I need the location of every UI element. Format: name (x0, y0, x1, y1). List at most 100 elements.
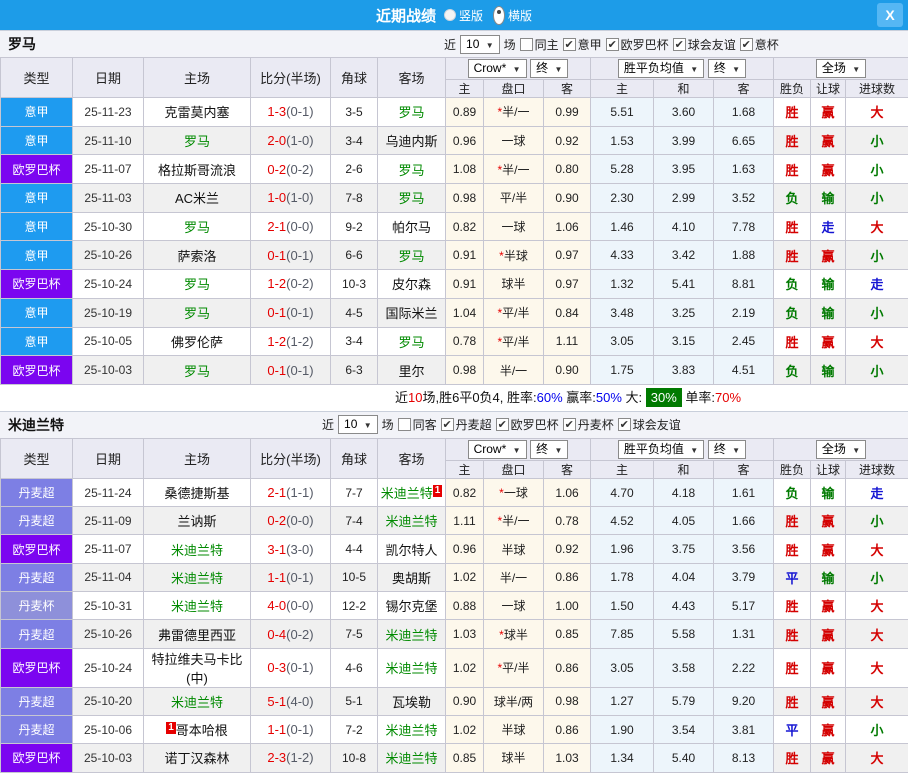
checkbox-icon[interactable]: ✔ (740, 38, 753, 51)
handicap-line: *球半 (484, 620, 544, 648)
avg-away: 2.22 (714, 648, 774, 687)
odds-state-select[interactable]: 终 ▼ (530, 440, 568, 459)
corner-count: 4-6 (331, 648, 378, 687)
away-odds: 0.97 (544, 241, 591, 270)
avg-away: 2.19 (714, 298, 774, 327)
corner-count: 7-2 (331, 715, 378, 743)
result-handicap: 输 (811, 270, 846, 299)
sub-header-主: 主 (591, 460, 654, 478)
checkbox-icon[interactable] (520, 38, 533, 51)
avg-draw: 3.83 (654, 356, 714, 385)
checkbox-label: 同客 (413, 416, 437, 433)
avg-odds-select[interactable]: 胜平负均值 ▼ (618, 59, 704, 78)
fulltime-score: 2-1 (267, 219, 286, 234)
away-team: 皮尔森 (378, 270, 446, 299)
checkbox-icon[interactable]: ✔ (441, 418, 454, 431)
column-header-主场: 主场 (144, 438, 251, 478)
home-odds: 0.82 (446, 478, 484, 506)
halftime-score: (1-0) (286, 133, 313, 148)
team-filter-row: 米迪兰特近10 ▼场同客✔丹麦超✔欧罗巴杯✔丹麦杯✔球会友谊 (0, 411, 908, 438)
handicap-line: 平/半 (484, 184, 544, 213)
corner-count: 7-8 (331, 184, 378, 213)
team-label: 罗马 (398, 335, 424, 350)
table-row: 欧罗巴杯25-10-03罗马0-1(0-1)6-3里尔0.98半/一0.901.… (1, 356, 908, 385)
result-goals: 大 (846, 327, 908, 356)
team-label: 罗马 (398, 191, 424, 206)
competition-badge: 丹麦超 (1, 507, 73, 535)
result-goals: 小 (846, 184, 908, 213)
page-title: 近期战绩 (376, 5, 436, 26)
layout-radio-group: 竖版横版 (444, 6, 532, 25)
score-cell: 5-1(4-0) (251, 687, 331, 715)
away-odds: 1.11 (544, 327, 591, 356)
result-outcome: 负 (774, 184, 811, 213)
avg-draw: 3.58 (654, 648, 714, 687)
match-count-select[interactable]: 10 ▼ (338, 415, 378, 434)
fulltime-score: 2-0 (267, 133, 286, 148)
checkbox-icon[interactable]: ✔ (673, 38, 686, 51)
checkbox-label: 意杯 (755, 36, 779, 53)
away-odds: 0.86 (544, 563, 591, 591)
team-label: 罗马 (184, 134, 210, 149)
checkbox-icon[interactable]: ✔ (606, 38, 619, 51)
avg-draw: 3.25 (654, 298, 714, 327)
sub-header-客: 客 (544, 460, 591, 478)
score-cell: 0-1(0-1) (251, 298, 331, 327)
team-label: 克雷莫内塞 (164, 105, 229, 120)
away-team: 米迪兰特 (378, 620, 446, 648)
result-outcome: 胜 (774, 592, 811, 620)
table-row: 丹麦超25-11-24桑德捷斯基2-1(1-1)7-7米迪兰特10.82*一球1… (1, 478, 908, 506)
summary-segment: 赢率: (563, 390, 596, 405)
table-row: 丹麦超25-11-09兰讷斯0-2(0-0)7-4米迪兰特1.11*半/一0.7… (1, 507, 908, 535)
fulltime-score: 1-2 (267, 276, 286, 291)
checkbox-icon[interactable]: ✔ (496, 418, 509, 431)
competition-badge: 欧罗巴杯 (1, 155, 73, 184)
radio-icon[interactable] (493, 6, 505, 25)
filter-checkbox-意杯: ✔意杯 (740, 36, 779, 53)
checkbox-icon[interactable]: ✔ (563, 418, 576, 431)
avg-odds-select[interactable]: 胜平负均值 ▼ (618, 440, 704, 459)
avg-away: 8.81 (714, 270, 774, 299)
sub-header-盘口: 盘口 (484, 460, 544, 478)
chevron-down-icon: ▼ (732, 65, 740, 74)
halftime-score: (0-2) (286, 627, 313, 642)
avg-state-select[interactable]: 终 ▼ (708, 440, 746, 459)
radio-icon[interactable] (444, 9, 456, 21)
halftime-score: (1-2) (286, 334, 313, 349)
result-outcome: 负 (774, 356, 811, 385)
match-count-select[interactable]: 10 ▼ (460, 35, 500, 54)
checkbox-icon[interactable] (398, 418, 411, 431)
avg-draw: 3.60 (654, 98, 714, 127)
checkbox-icon[interactable]: ✔ (563, 38, 576, 51)
result-handicap: 赢 (811, 327, 846, 356)
checkbox-icon[interactable]: ✔ (618, 418, 631, 431)
odds-source-select[interactable]: Crow* ▼ (468, 59, 527, 78)
section-roma: 罗马近10 ▼场同主✔意甲✔欧罗巴杯✔球会友谊✔意杯类型日期主场比分(半场)角球… (0, 30, 908, 411)
home-team: 弗雷德里西亚 (144, 620, 251, 648)
result-outcome: 胜 (774, 648, 811, 687)
home-odds: 0.98 (446, 184, 484, 213)
close-button[interactable]: X (877, 3, 903, 27)
titlebar: 近期战绩 竖版横版 X (0, 0, 908, 30)
odds-group-header: Crow* ▼ 终 ▼ (446, 58, 591, 80)
match-date: 25-10-05 (73, 327, 144, 356)
result-handicap: 赢 (811, 535, 846, 563)
odds-state-select[interactable]: 终 ▼ (530, 59, 568, 78)
handicap-line: 球半 (484, 270, 544, 299)
away-odds: 0.86 (544, 715, 591, 743)
match-date: 25-10-26 (73, 620, 144, 648)
avg-home: 1.78 (591, 563, 654, 591)
table-row: 欧罗巴杯25-11-07格拉斯哥流浪0-2(0-2)2-6罗马1.08*半/一0… (1, 155, 908, 184)
odds-source-select[interactable]: Crow* ▼ (468, 440, 527, 459)
sub-header-主: 主 (591, 80, 654, 98)
avg-state-select[interactable]: 终 ▼ (708, 59, 746, 78)
scope-select[interactable]: 全场 ▼ (816, 440, 866, 459)
score-cell: 1-2(0-2) (251, 270, 331, 299)
corner-count: 3-5 (331, 98, 378, 127)
scope-select[interactable]: 全场 ▼ (816, 59, 866, 78)
avg-draw: 5.41 (654, 270, 714, 299)
score-cell: 1-1(0-1) (251, 715, 331, 743)
result-goals: 大 (846, 592, 908, 620)
competition-badge: 意甲 (1, 98, 73, 127)
halftime-score: (0-1) (286, 248, 313, 263)
